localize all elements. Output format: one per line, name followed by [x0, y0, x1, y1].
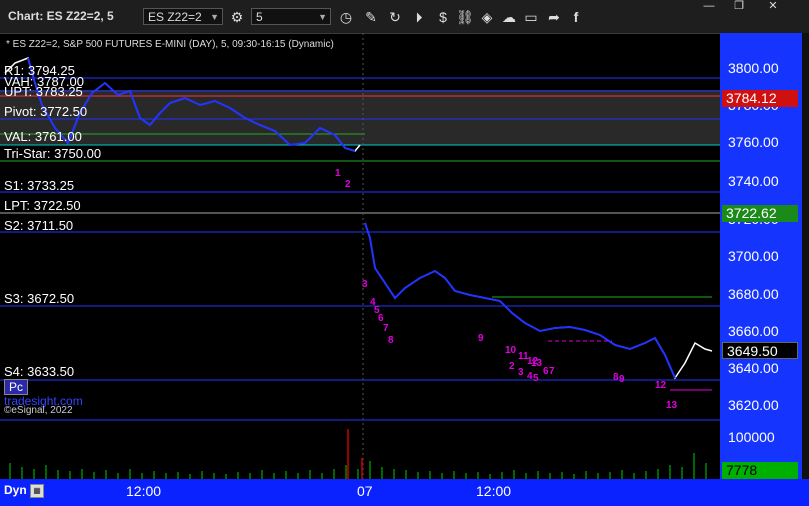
- count-label: 2: [345, 179, 351, 190]
- count-label: 13: [531, 358, 543, 369]
- count-label: 3: [518, 367, 524, 378]
- pc-label: Pc: [4, 379, 29, 395]
- count-label: 7: [383, 323, 389, 334]
- facebook-icon[interactable]: f: [567, 8, 585, 26]
- refresh-icon[interactable]: ↻: [386, 8, 404, 26]
- count-label: 5: [533, 373, 539, 384]
- price-tick: 3620.00: [728, 397, 779, 413]
- count-label: 10: [505, 345, 517, 356]
- level-s3: S3: 3672.50: [4, 291, 75, 306]
- minimize-button[interactable]: —: [694, 0, 724, 12]
- count-label: 13: [666, 400, 678, 411]
- chevron-down-icon: ▼: [210, 12, 219, 22]
- count-label: 7: [549, 366, 555, 377]
- restore-button[interactable]: ❐: [724, 0, 754, 12]
- level-tristar: Tri-Star: 3750.00: [4, 146, 102, 161]
- time-tick: 07: [357, 483, 373, 499]
- level-lpt: LPT: 3722.50: [4, 198, 81, 213]
- price-chart-area[interactable]: * ES Z22=2, S&P 500 FUTURES E-MINI (DAY)…: [0, 33, 720, 479]
- price-tick: 3740.00: [728, 173, 779, 189]
- cloud-icon[interactable]: ☁: [500, 8, 518, 26]
- time-axis[interactable]: Dyn ▦ 12:00 07 12:00: [0, 479, 809, 506]
- level-val: VAL: 3761.00: [4, 129, 82, 144]
- level-s1: S1: 3733.25: [4, 178, 75, 193]
- count-label: 9: [619, 374, 625, 385]
- count-label: 8: [613, 372, 619, 383]
- link-icon[interactable]: ⛓: [456, 8, 474, 26]
- last-price-marker: 3649.50: [722, 342, 798, 359]
- symbol-value: ES Z22=2: [148, 10, 202, 24]
- symbol-selector[interactable]: ES Z22=2 ▼: [143, 8, 223, 25]
- pencil-icon[interactable]: ✎: [362, 8, 380, 26]
- dyn-label: Dyn: [4, 483, 27, 497]
- close-button[interactable]: ✕: [758, 0, 788, 12]
- level-s4: S4: 3633.50: [4, 364, 75, 379]
- level-s2: S2: 3711.50: [4, 218, 74, 233]
- chart-description: * ES Z22=2, S&P 500 FUTURES E-MINI (DAY)…: [6, 39, 334, 50]
- price-tick: 3640.00: [728, 360, 779, 376]
- count-label: 12: [655, 380, 667, 391]
- count-label: 6: [543, 366, 549, 377]
- count-label: 3: [362, 279, 368, 290]
- chart-window-titlebar: Chart: ES Z22=2, 5 ES Z22=2 ▼ ⚙ 5 ▼ ◷ ✎ …: [0, 0, 809, 34]
- time-tick: 12:00: [476, 483, 512, 499]
- gear-icon[interactable]: ⚙: [228, 8, 246, 26]
- count-label: 4: [527, 371, 533, 382]
- volume-marker: 7778: [722, 462, 798, 479]
- price-marker-lpt: 3722.62: [722, 205, 798, 222]
- chart-canvas: [0, 33, 720, 479]
- clock-icon[interactable]: ◷: [337, 8, 355, 26]
- replay-icon[interactable]: ⏵: [410, 8, 428, 26]
- tag-icon[interactable]: ◈: [478, 8, 496, 26]
- count-label: 2: [509, 361, 515, 372]
- window-title: Chart: ES Z22=2, 5: [8, 9, 114, 23]
- time-tick: 12:00: [126, 483, 162, 499]
- count-label: 8: [388, 335, 394, 346]
- price-tick: 3660.00: [728, 323, 779, 339]
- chevron-down-icon: ▼: [318, 12, 327, 22]
- price-tick: 3680.00: [728, 286, 779, 302]
- price-tick: 3700.00: [728, 248, 779, 264]
- calendar-icon[interactable]: ▦: [30, 484, 44, 498]
- level-pivot: Pivot: 3772.50: [4, 104, 88, 119]
- chat-icon[interactable]: ▭: [522, 8, 540, 26]
- interval-selector[interactable]: 5 ▼: [251, 8, 331, 25]
- count-label: 9: [478, 333, 484, 344]
- copyright-text: ©eSignal, 2022: [4, 405, 73, 416]
- level-upt: UPT: 3783.25: [4, 84, 83, 99]
- price-tick: 3760.00: [728, 134, 779, 150]
- price-marker-upper: 3784.12: [722, 90, 798, 107]
- vertical-scrollbar[interactable]: [802, 33, 809, 479]
- count-label: 1: [335, 168, 341, 179]
- interval-value: 5: [256, 10, 263, 24]
- dollar-icon[interactable]: $: [434, 8, 452, 26]
- share-icon[interactable]: ➦: [545, 8, 563, 26]
- volume-tick: 100000: [728, 429, 775, 445]
- price-tick: 3800.00: [728, 60, 779, 76]
